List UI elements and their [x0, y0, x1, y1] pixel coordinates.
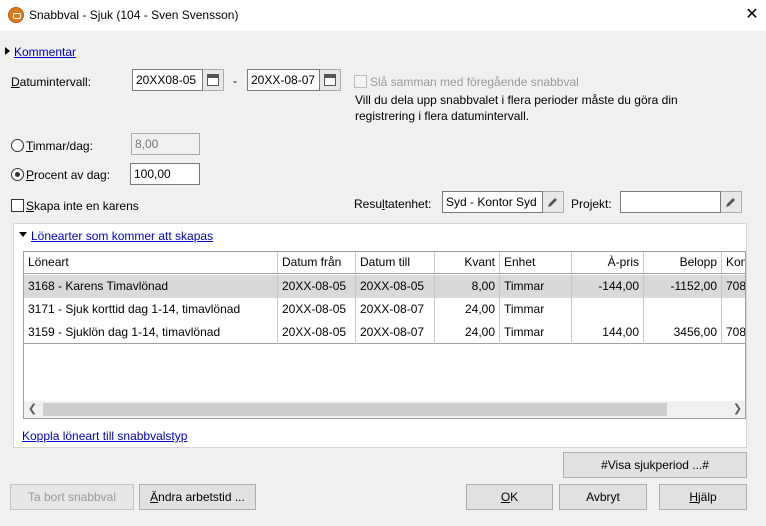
cell-belopp — [644, 298, 722, 321]
connect-salary-type-link[interactable]: Koppla löneart till snabbvalstyp — [22, 429, 187, 443]
cell-kon — [722, 298, 745, 321]
column-header-datum-fran[interactable]: Datum från — [278, 252, 356, 273]
cancel-button[interactable]: Avbryt — [559, 484, 647, 510]
cell-enhet: Timmar — [500, 275, 572, 298]
no-karens-checkbox[interactable] — [11, 199, 24, 212]
cell-kvant: 8,00 — [435, 275, 500, 298]
date-to-calendar-button[interactable] — [320, 69, 341, 91]
cell-loneart: 3159 - Sjuklön dag 1-14, timavlönad — [24, 321, 278, 344]
scrollbar-thumb[interactable] — [43, 403, 667, 416]
percent-per-day-label: Procent av dag: — [26, 168, 111, 182]
date-interval-label: Datumintervall: — [11, 75, 92, 89]
column-header-kon[interactable]: Kon — [722, 252, 745, 273]
cell-belopp: -1152,00 — [644, 275, 722, 298]
column-header-datum-till[interactable]: Datum till — [356, 252, 435, 273]
merge-note: Vill du dela upp snabbvalet i flera peri… — [355, 93, 678, 123]
cell-datum-till: 20XX-08-07 — [356, 321, 435, 344]
column-header-apris[interactable]: À-pris — [572, 252, 644, 273]
cell-belopp: 3456,00 — [644, 321, 722, 344]
calendar-icon — [324, 74, 336, 86]
cell-kvant: 24,00 — [435, 321, 500, 344]
result-unit-edit-button[interactable] — [543, 191, 564, 213]
collapse-salary-types-icon[interactable] — [19, 232, 27, 237]
date-from-calendar-button[interactable] — [203, 69, 224, 91]
cell-kon: 708 — [726, 325, 746, 339]
table-row[interactable]: 3168 - Karens Timavlönad 20XX-08-05 20XX… — [24, 275, 746, 298]
close-icon[interactable]: ✕ — [743, 5, 761, 25]
column-header-kvant[interactable]: Kvant — [435, 252, 500, 273]
hours-per-day-radio[interactable] — [11, 139, 24, 152]
date-separator: - — [233, 74, 237, 88]
table-header: Löneart Datum från Datum till Kvant Enhe… — [24, 252, 745, 274]
result-unit-input[interactable]: Syd - Kontor Syd — [442, 191, 543, 213]
cell-enhet: Timmar — [500, 298, 572, 321]
hours-per-day-label: Timmar/dag: — [26, 139, 93, 153]
table-row[interactable]: 3159 - Sjuklön dag 1-14, timavlönad 20XX… — [24, 321, 746, 344]
date-from-input[interactable]: 20XX08-05 — [132, 69, 203, 91]
remove-quick-choice-button[interactable]: Ta bort snabbval — [10, 484, 134, 510]
cell-kon: 708 — [726, 279, 746, 293]
no-karens-label: Skapa inte en karens — [26, 199, 139, 213]
percent-per-day-radio[interactable] — [11, 168, 24, 181]
cell-enhet: Timmar — [500, 321, 572, 344]
cell-loneart: 3168 - Karens Timavlönad — [24, 275, 278, 298]
cell-apris: 144,00 — [572, 321, 644, 344]
calendar-icon — [207, 74, 219, 86]
result-unit-label: Resultatenhet: — [354, 197, 432, 211]
show-sick-period-button[interactable]: #Visa sjukperiod ...# — [563, 452, 747, 478]
hours-per-day-input[interactable]: 8,00 — [131, 133, 200, 155]
help-button[interactable]: Hjälp — [659, 484, 747, 510]
project-edit-button[interactable] — [721, 191, 742, 213]
cell-kvant: 24,00 — [435, 298, 500, 321]
cell-datum-till: 20XX-08-05 — [356, 275, 435, 298]
merge-checkbox-label: Slå samman med föregående snabbval — [370, 75, 579, 89]
cell-apris: -144,00 — [572, 275, 644, 298]
cell-datum-fran: 20XX-08-05 — [278, 298, 356, 321]
app-icon — [8, 7, 24, 23]
date-to-input[interactable]: 20XX-08-07 — [247, 69, 320, 91]
comment-link[interactable]: Kommentar — [14, 45, 76, 59]
column-header-enhet[interactable]: Enhet — [500, 252, 572, 273]
pencil-icon — [548, 198, 557, 207]
change-hours-button[interactable]: Ändra arbetstid ... — [139, 484, 256, 510]
window-title: Snabbval - Sjuk (104 - Sven Svensson) — [29, 8, 239, 22]
cell-datum-fran: 20XX-08-05 — [278, 275, 356, 298]
column-header-belopp[interactable]: Belopp — [644, 252, 722, 273]
salary-types-link[interactable]: Lönearter som kommer att skapas — [31, 229, 213, 243]
project-input[interactable] — [620, 191, 721, 213]
project-label: Projekt: — [571, 197, 612, 211]
cell-datum-fran: 20XX-08-05 — [278, 321, 356, 344]
table-row[interactable]: 3171 - Sjuk korttid dag 1-14, timavlönad… — [24, 298, 745, 321]
title-bar: Snabbval - Sjuk (104 - Sven Svensson) ✕ — [0, 0, 766, 31]
cell-loneart: 3171 - Sjuk korttid dag 1-14, timavlönad — [24, 298, 278, 321]
column-header-loneart[interactable]: Löneart — [24, 252, 278, 273]
cell-apris — [572, 298, 644, 321]
pencil-icon — [726, 198, 735, 207]
ok-button[interactable]: OK — [466, 484, 553, 510]
horizontal-scrollbar[interactable]: ❮ ❯ — [24, 401, 745, 418]
expand-comment-icon[interactable] — [5, 47, 10, 55]
cell-datum-till: 20XX-08-07 — [356, 298, 435, 321]
percent-per-day-input[interactable]: 100,00 — [130, 163, 200, 185]
merge-checkbox[interactable] — [354, 75, 367, 88]
scroll-left-icon[interactable]: ❮ — [24, 401, 41, 418]
scroll-right-icon[interactable]: ❯ — [729, 401, 745, 418]
salary-types-table: Löneart Datum från Datum till Kvant Enhe… — [23, 251, 746, 419]
